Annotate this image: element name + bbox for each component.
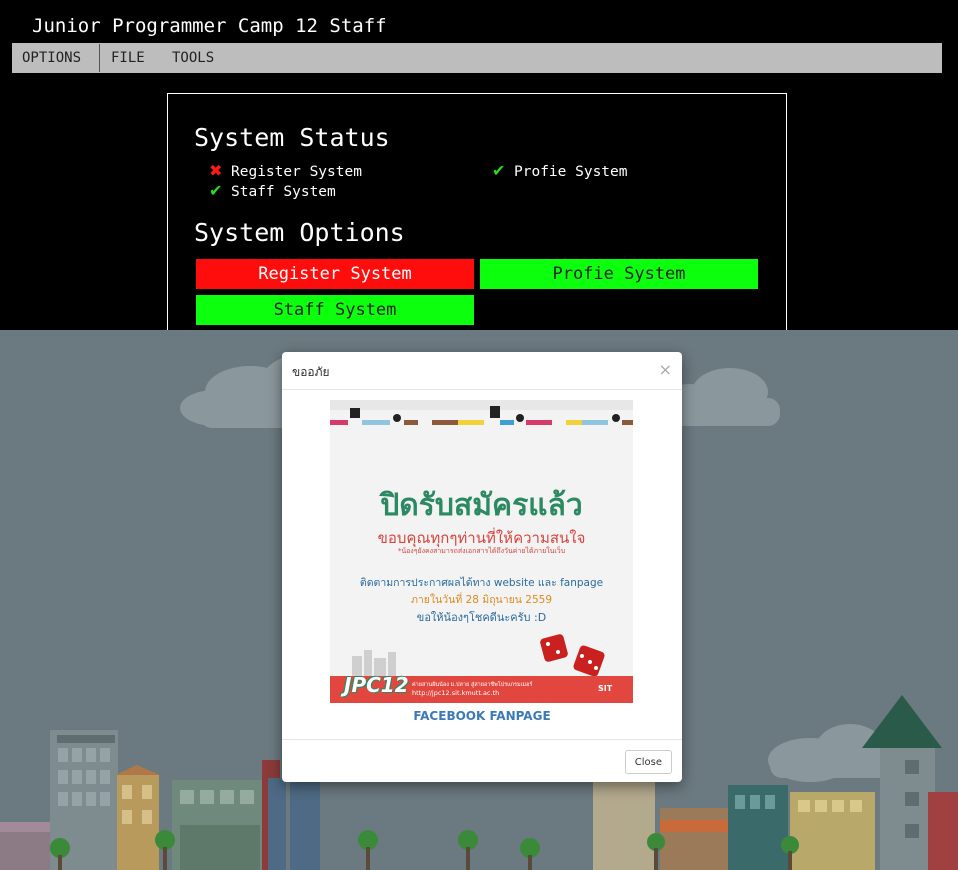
check-icon: ✔ (492, 161, 506, 180)
menu-divider (99, 44, 100, 72)
menu-options[interactable]: OPTIONS (22, 43, 81, 73)
status-profile-label: Profie System (514, 164, 628, 180)
jpc12-logo: JPC12 (344, 673, 409, 697)
status-staff-label: Staff System (231, 184, 336, 200)
check-icon: ✔ (209, 181, 223, 200)
app-top-area: Junior Programmer Camp 12 Staff OPTIONS … (0, 0, 958, 333)
poster-luck: ขอให้น้องๆโชคดีนะครับ :D (416, 611, 547, 624)
status-staff: ✔ Staff System (209, 181, 336, 201)
modal-title: ขออภัย (292, 365, 330, 379)
register-system-button[interactable]: Register System (196, 259, 474, 289)
sit-logo: SIT (598, 684, 613, 693)
system-status-heading: System Status (194, 123, 390, 152)
poster-follow: ติดตามการประกาศผลได้ทาง website และ fanp… (359, 577, 604, 589)
menu-tools[interactable]: TOOLS (172, 43, 214, 73)
close-icon[interactable]: × (659, 360, 672, 379)
sorry-modal: ขออภัย × ปิดรับสมัครแล้ว ขอบคุณทุกๆท่านท… (282, 352, 682, 782)
close-button[interactable]: Close (624, 750, 672, 774)
menu-file[interactable]: FILE (111, 43, 145, 73)
cross-icon: ✖ (209, 161, 223, 180)
menu-bar: OPTIONS FILE TOOLS (12, 43, 942, 73)
status-register-label: Register System (231, 164, 362, 180)
facebook-fanpage-link[interactable]: FACEBOOK FANPAGE (282, 709, 682, 723)
poster-url: http://jpc12.sit.kmutt.ac.th (412, 689, 500, 697)
profile-system-button[interactable]: Profie System (480, 259, 758, 289)
status-register: ✖ Register System (209, 161, 362, 181)
status-profile: ✔ Profie System (492, 161, 628, 181)
poster-note: *น้องๆยังคงสามารถส่งเอกสารได้ถึงวันค่ายไ… (397, 547, 566, 555)
system-panel: System Status ✖ Register System ✔ Profie S… (167, 93, 787, 333)
poster-caption: ค่ายสานฝันน้อง ม.ปลาย สู่สายอาชีพโปรแกรม… (412, 682, 533, 688)
poster-headline: ปิดรับสมัครแล้ว (380, 488, 583, 523)
system-options-heading: System Options (194, 218, 405, 247)
poster-date: ภายในวันที่ 28 มิถุนายน 2559 (410, 594, 553, 606)
closed-registration-poster: ปิดรับสมัครแล้ว ขอบคุณทุกๆท่านที่ให้ความ… (330, 400, 633, 703)
staff-system-button[interactable]: Staff System (196, 295, 474, 325)
modal-footer: Close (282, 739, 682, 782)
modal-header: ขออภัย × (282, 352, 682, 390)
app-title: Junior Programmer Camp 12 Staff (32, 15, 387, 37)
